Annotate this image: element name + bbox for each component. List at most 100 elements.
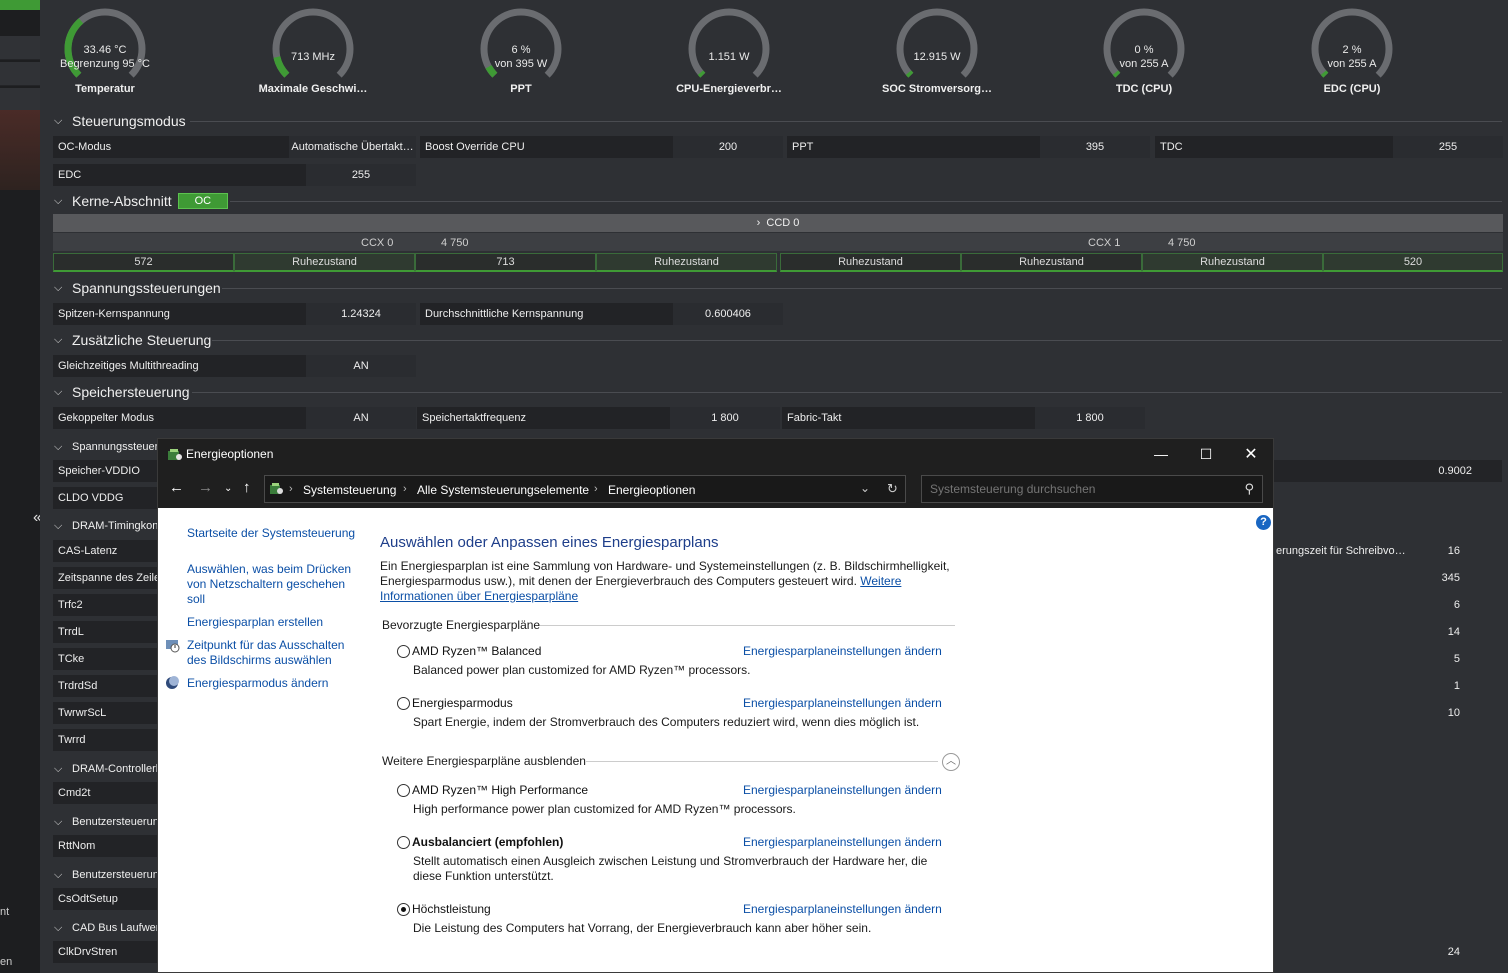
settings-row[interactable]: Twrrd [53, 729, 163, 751]
address-dropdown-icon[interactable]: ⌄ [860, 481, 870, 495]
help-icon[interactable]: ? [1256, 515, 1271, 530]
row-value[interactable]: AN [306, 407, 416, 429]
peak-voltage-row[interactable]: Spitzen-Kernspannung 1.24324 [53, 303, 416, 325]
smt-row[interactable]: Gleichzeitiges Multithreading AN [53, 355, 416, 377]
section-user-control[interactable]: ⌵ Benutzersteuerun [54, 866, 159, 884]
core-cell[interactable]: 713 [415, 253, 596, 272]
up-arrow-icon[interactable]: ↑ [243, 479, 251, 496]
title-bar[interactable]: Energieoptionen — ☐ ✕ [158, 439, 1273, 470]
strip-item[interactable] [0, 62, 40, 86]
row-value[interactable]: 200 [673, 136, 783, 158]
core-cell[interactable]: 572 [53, 253, 234, 272]
link-display-off-time[interactable]: Zeitpunkt für das Ausschalten des Bildsc… [187, 638, 357, 668]
plan-balanced-recommended[interactable]: Ausbalanciert (empfohlen) Energiesparpla… [397, 834, 957, 889]
row-value: 345 [1441, 572, 1460, 584]
settings-row[interactable]: ClkDrvStren [53, 941, 163, 963]
settings-row[interactable]: Cmd2t [53, 782, 163, 804]
section-cores[interactable]: ⌵ Kerne-Abschnitt OC [54, 192, 229, 210]
settings-row[interactable]: TCke [53, 648, 163, 670]
minimize-button[interactable]: — [1138, 439, 1184, 470]
row-value[interactable]: 1 800 [1035, 407, 1145, 429]
settings-row[interactable]: RttNom [53, 835, 163, 857]
memclk-row[interactable]: Speichertaktfrequenz 1 800 [417, 407, 780, 429]
section-control-mode[interactable]: ⌵ Steuerungsmodus [54, 112, 186, 130]
plan-amd-high-performance[interactable]: AMD Ryzen™ High Performance Energiesparp… [397, 782, 957, 822]
link-power-buttons[interactable]: Auswählen, was beim Drücken von Netzscha… [187, 562, 357, 607]
row-value[interactable]: AN [306, 355, 416, 377]
plan-radio[interactable] [397, 645, 410, 658]
plan-name: Ausbalanciert (empfohlen) [412, 835, 564, 849]
fabric-clock-row[interactable]: Fabric-Takt 1 800 [782, 407, 1145, 429]
section-memory[interactable]: ⌵ Speichersteuerung [54, 383, 190, 401]
search-box[interactable]: ⚲ [921, 475, 1263, 503]
hide-additional-plans-heading[interactable]: Weitere Energiesparpläne ausblenden [382, 754, 586, 768]
settings-row[interactable]: TwrwrScL [53, 702, 163, 724]
strip-item[interactable] [0, 88, 40, 112]
core-cell[interactable]: Ruhezustand [1142, 253, 1323, 272]
change-plan-settings-link[interactable]: Energiesparplaneinstellungen ändern [743, 783, 942, 797]
recent-locations-chevron-icon[interactable]: ⌄ [224, 483, 232, 494]
plan-amd-balanced[interactable]: AMD Ryzen™ Balanced Energiesparplaneinst… [397, 643, 957, 683]
section-voltage-sub[interactable]: ⌵ Spannungssteuer [54, 438, 158, 456]
section-cad-bus[interactable]: ⌵ CAD Bus Laufwerk [54, 919, 165, 937]
section-user-control[interactable]: ⌵ Benutzersteuerun [54, 813, 159, 831]
refresh-icon[interactable]: ↻ [887, 481, 898, 497]
forward-arrow-icon[interactable]: → [198, 479, 213, 496]
breadcrumb-item[interactable]: Systemsteuerung [303, 483, 396, 497]
chevron-up-icon[interactable]: ︿ [942, 753, 960, 771]
row-value[interactable]: 255 [1393, 136, 1503, 158]
tdc-row[interactable]: TDC 255 [1155, 136, 1503, 158]
plan-high-performance[interactable]: Höchstleistung Energiesparplaneinstellun… [397, 901, 957, 941]
ppt-row[interactable]: PPT 395 [787, 136, 1150, 158]
breadcrumb-item[interactable]: Energieoptionen [608, 483, 695, 497]
core-cell[interactable]: Ruhezustand [780, 253, 961, 272]
row-value[interactable]: Automatische Übertakt… [289, 136, 416, 158]
oc-mode-row[interactable]: OC-Modus Automatische Übertakt… [53, 136, 416, 158]
search-icon[interactable]: ⚲ [1244, 481, 1254, 497]
maximize-button[interactable]: ☐ [1183, 439, 1229, 470]
row-value[interactable]: 255 [306, 164, 416, 186]
boost-override-row[interactable]: Boost Override CPU 200 [420, 136, 783, 158]
row-value[interactable]: 1 800 [670, 407, 780, 429]
avg-voltage-row[interactable]: Durchschnittliche Kernspannung 0.600406 [420, 303, 783, 325]
back-arrow-icon[interactable]: ← [169, 479, 184, 496]
section-voltage[interactable]: ⌵ Spannungssteuerungen [54, 279, 221, 297]
settings-row[interactable]: CsOdtSetup [53, 888, 163, 910]
plan-power-saver[interactable]: Energiesparmodus Energiesparplaneinstell… [397, 695, 957, 735]
change-plan-settings-link[interactable]: Energiesparplaneinstellungen ändern [743, 835, 942, 849]
link-create-plan[interactable]: Energiesparplan erstellen [187, 615, 357, 630]
coupled-mode-row[interactable]: Gekoppelter Modus AN [53, 407, 416, 429]
strip-item[interactable] [0, 36, 40, 60]
plan-radio[interactable] [397, 784, 410, 797]
breadcrumb-item[interactable]: Alle Systemsteuerungselemente [417, 483, 589, 497]
link-control-panel-home[interactable]: Startseite der Systemsteuerung [187, 526, 357, 541]
section-dram-controller[interactable]: ⌵ DRAM-Controllerk [54, 760, 161, 778]
ccd-header[interactable]: › CCD 0 [53, 214, 1503, 232]
row-value[interactable]: 395 [1040, 136, 1150, 158]
change-plan-settings-link[interactable]: Energiesparplaneinstellungen ändern [743, 902, 942, 916]
close-button[interactable]: ✕ [1228, 439, 1274, 470]
plan-radio[interactable] [397, 697, 410, 710]
core-cell[interactable]: Ruhezustand [596, 253, 777, 272]
plan-radio[interactable] [397, 836, 410, 849]
link-sleep-settings[interactable]: Energiesparmodus ändern [187, 676, 357, 691]
core-cell[interactable]: 520 [1323, 253, 1503, 272]
change-plan-settings-link[interactable]: Energiesparplaneinstellungen ändern [743, 644, 942, 658]
search-input[interactable] [930, 482, 1230, 496]
settings-row[interactable]: Zeitspanne des Zeile [53, 567, 163, 589]
core-cell[interactable]: Ruhezustand [234, 253, 415, 272]
settings-row[interactable]: TrrdL [53, 621, 163, 643]
gauge-label: TDC (CPU) [1115, 83, 1173, 95]
plan-radio-selected[interactable] [397, 903, 410, 916]
settings-row[interactable]: Trfc2 [53, 594, 163, 616]
section-additional[interactable]: ⌵ Zusätzliche Steuerung [54, 331, 211, 349]
settings-row[interactable]: Speicher-VDDIO [53, 460, 163, 482]
section-dram-timing[interactable]: ⌵ DRAM-Timingkonf [54, 517, 161, 535]
core-cell[interactable]: Ruhezustand [961, 253, 1142, 272]
change-plan-settings-link[interactable]: Energiesparplaneinstellungen ändern [743, 696, 942, 710]
address-bar[interactable]: › Systemsteuerung › Alle Systemsteuerung… [264, 475, 906, 503]
edc-row[interactable]: EDC 255 [53, 164, 416, 186]
settings-row[interactable]: CAS-Latenz [53, 540, 163, 562]
settings-row[interactable]: TrdrdSd [53, 675, 163, 697]
settings-row[interactable]: CLDO VDDG [53, 487, 163, 509]
